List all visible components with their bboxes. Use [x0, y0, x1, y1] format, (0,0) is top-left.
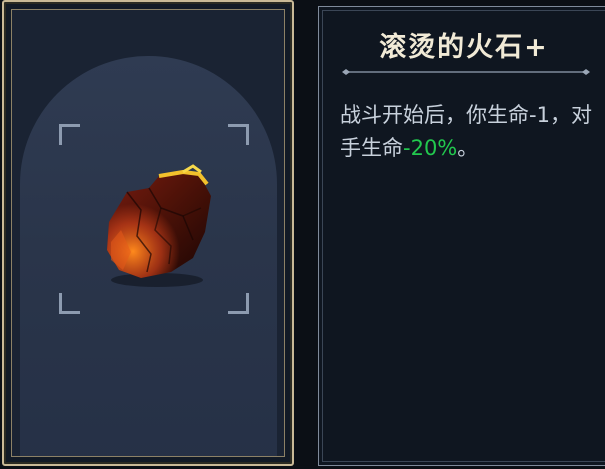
- title-divider: [342, 69, 590, 75]
- item-title: 滚烫的火石+: [379, 32, 549, 63]
- panel-gap: [295, 8, 317, 463]
- frame-corner-bottom-right: [228, 293, 249, 314]
- item-card[interactable]: [2, 0, 294, 466]
- frame-corner-top-right: [228, 124, 249, 145]
- item-detail-panel: 滚烫的火石+ 战斗开始后，你生命-1，对手生命-20%。: [318, 6, 605, 466]
- item-detail-panel-inner: 滚烫的火石+ 战斗开始后，你生命-1，对手生命-20%。: [322, 10, 605, 462]
- item-inspect-screen: 滚烫的火石+ 战斗开始后，你生命-1，对手生命-20%。: [0, 0, 605, 469]
- item-description: 战斗开始后，你生命-1，对手生命-20%。: [340, 99, 602, 165]
- description-text-end: 。: [457, 136, 479, 160]
- item-card-inner: [11, 9, 285, 457]
- description-highlight-value: -20%: [403, 136, 458, 160]
- frame-corner-bottom-left: [59, 293, 80, 314]
- frame-corner-top-left: [59, 124, 80, 145]
- hot-flint-icon: [107, 164, 211, 287]
